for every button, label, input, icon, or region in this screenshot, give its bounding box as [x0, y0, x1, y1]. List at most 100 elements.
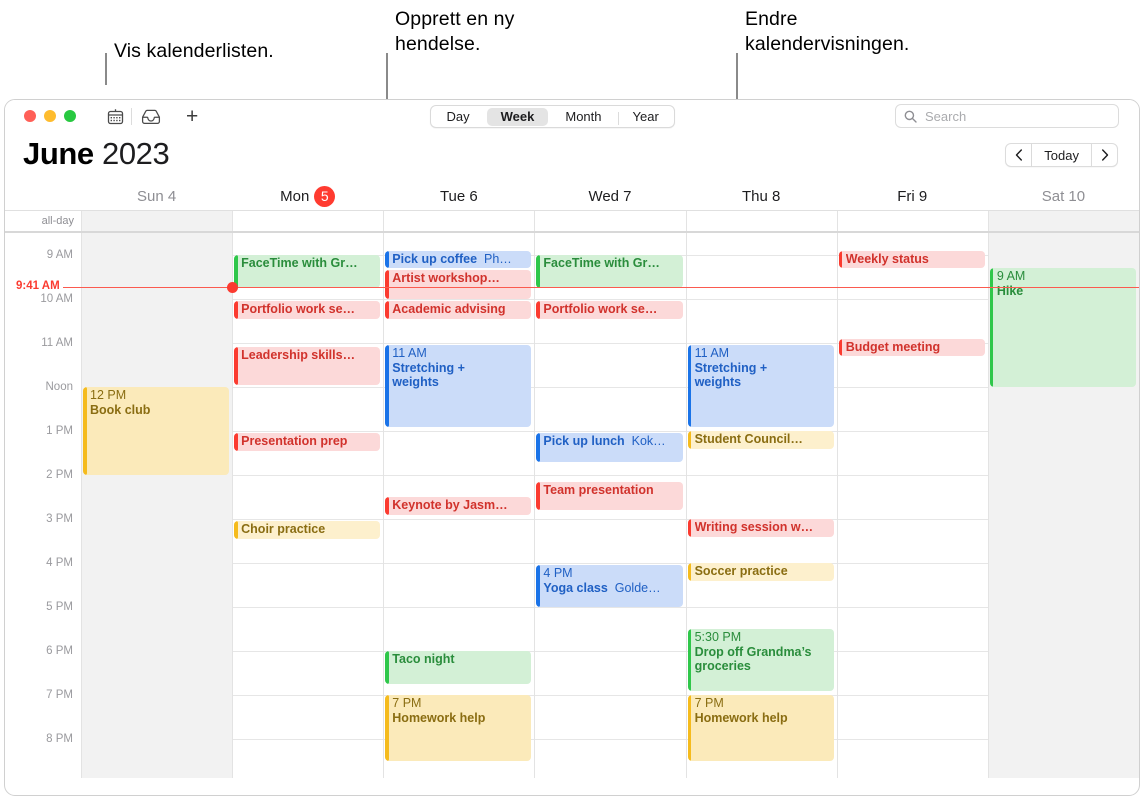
- calendar-event[interactable]: Student Council…: [687, 431, 834, 449]
- day-column-0[interactable]: [81, 233, 233, 778]
- search-input[interactable]: [923, 107, 1097, 125]
- calendar-event[interactable]: Portfolio work se…: [536, 301, 683, 319]
- current-time-dot: [226, 281, 238, 293]
- time-label-2: 11 AM: [41, 337, 73, 349]
- event-title-row: Keynote by Jasm…: [392, 498, 531, 513]
- event-title: Pick up lunch: [543, 434, 625, 449]
- calendar-event[interactable]: 12 PM Book club: [83, 387, 230, 475]
- day-header-4[interactable]: Thu 8: [686, 182, 837, 210]
- time-label-5: 2 PM: [46, 469, 73, 481]
- event-title: FaceTime with Gr…: [241, 256, 358, 270]
- time-label-3: Noon: [45, 381, 74, 393]
- calendar-event[interactable]: 7 PM Homework help: [385, 695, 532, 761]
- calendar-event[interactable]: Budget meeting: [838, 338, 985, 357]
- day-header-3[interactable]: Wed 7: [534, 182, 685, 210]
- previous-week-button[interactable]: [1005, 143, 1033, 167]
- all-day-cell-1[interactable]: [232, 211, 383, 231]
- tab-year[interactable]: Year: [617, 108, 673, 126]
- view-segmented-control[interactable]: Day Week Month Year: [430, 105, 676, 128]
- calendar-event[interactable]: Soccer practice: [687, 563, 834, 581]
- chevron-right-icon: [1101, 149, 1108, 161]
- event-title: Homework help: [392, 710, 486, 725]
- all-day-label: all-day: [41, 215, 74, 227]
- day-header-5[interactable]: Fri 9: [837, 182, 988, 210]
- day-header-label: Thu 8: [741, 187, 781, 205]
- all-day-cell-6[interactable]: [987, 211, 1139, 231]
- calendar-event[interactable]: 11 AM Stretching + weights: [687, 345, 834, 427]
- calendar-event[interactable]: FaceTime with Gr…: [234, 255, 381, 288]
- next-week-button[interactable]: [1091, 143, 1118, 167]
- time-label-4: 1 PM: [46, 425, 73, 437]
- day-column-5[interactable]: [836, 233, 988, 778]
- inbox-icon[interactable]: [140, 107, 162, 127]
- calendar-event[interactable]: Writing session w…: [687, 519, 834, 537]
- day-header-1[interactable]: Mon 5: [232, 182, 383, 210]
- calendar-event[interactable]: 5:30 PM Drop off Grandma’s groceries: [687, 629, 834, 691]
- day-header-label: Sun 4: [136, 187, 177, 205]
- calendar-event[interactable]: Portfolio work se…: [234, 301, 381, 319]
- calendar-event[interactable]: Taco night: [385, 651, 532, 684]
- event-time: 7 PM: [694, 696, 724, 710]
- event-color-bar: [385, 345, 389, 427]
- minimize-button[interactable]: [44, 110, 56, 122]
- event-title-row: Budget meeting: [846, 340, 985, 355]
- all-day-cell-2[interactable]: [383, 211, 534, 231]
- day-header-label: Fri 9: [897, 187, 928, 205]
- calendar-event[interactable]: 4 PM Yoga class Golde…: [536, 565, 683, 607]
- event-title: Academic advising: [392, 302, 506, 317]
- calendar-event[interactable]: Presentation prep: [234, 433, 381, 451]
- calendar-header: June 2023 Today: [5, 133, 1139, 182]
- event-title: Student Council…: [694, 432, 803, 446]
- tab-day[interactable]: Day: [433, 108, 484, 126]
- all-day-row: all-day: [5, 210, 1139, 233]
- calendar-event[interactable]: FaceTime with Gr…: [536, 255, 683, 288]
- event-title: Writing session w…: [694, 520, 814, 534]
- time-label-8: 5 PM: [46, 601, 73, 613]
- all-day-cell-0[interactable]: [81, 211, 233, 231]
- callout-leader-0-vertical: [105, 53, 107, 85]
- calendar-screenshot: Vis kalenderlisten. Opprett en ny hendel…: [0, 0, 1144, 798]
- close-button[interactable]: [24, 110, 36, 122]
- calendar-event[interactable]: Pick up coffee Ph…: [385, 250, 532, 269]
- calendar-event[interactable]: Academic advising: [385, 301, 532, 319]
- calendar-event[interactable]: Choir practice: [234, 521, 381, 539]
- tab-month[interactable]: Month: [551, 108, 615, 126]
- zoom-button[interactable]: [64, 110, 76, 122]
- calendar-event[interactable]: Artist workshop…: [385, 270, 532, 299]
- day-header-0[interactable]: Sun 4: [81, 182, 232, 210]
- time-label-10: 7 PM: [46, 689, 73, 701]
- event-title-row: Taco night: [392, 652, 531, 667]
- calendar-event[interactable]: Team presentation: [536, 481, 683, 511]
- calendar-event[interactable]: Pick up lunch Kok…: [536, 433, 683, 462]
- event-title-row: Portfolio work se…: [543, 302, 682, 317]
- calendar-event[interactable]: Leadership skills…: [234, 347, 381, 385]
- calendar-icon[interactable]: [104, 107, 126, 127]
- event-color-bar: [234, 521, 238, 539]
- time-label-7: 4 PM: [46, 557, 73, 569]
- event-title-row: Pick up lunch Kok…: [543, 434, 682, 449]
- event-title-row: Homework help: [695, 711, 834, 726]
- new-event-button[interactable]: +: [186, 106, 198, 127]
- calendar-event[interactable]: Weekly status: [838, 250, 985, 269]
- day-header-6[interactable]: Sat 10: [988, 182, 1139, 210]
- window-toolbar: + Day Week Month Year: [5, 100, 1139, 133]
- calendar-event[interactable]: Keynote by Jasm…: [385, 497, 532, 515]
- event-color-bar: [838, 250, 843, 269]
- all-day-cell-3[interactable]: [534, 211, 685, 231]
- search-field[interactable]: [895, 104, 1119, 128]
- window-controls: [24, 110, 76, 122]
- all-day-cell-5[interactable]: [836, 211, 988, 231]
- tab-week[interactable]: Week: [486, 107, 549, 126]
- event-title-row: Choir practice: [241, 522, 380, 537]
- callout-text-0: Vis kalenderlisten.: [114, 40, 274, 62]
- event-title: Presentation prep: [241, 434, 348, 449]
- event-title: Leadership skills…: [241, 348, 356, 363]
- calendar-event[interactable]: 7 PM Homework help: [687, 695, 834, 761]
- today-button[interactable]: Today: [1032, 143, 1091, 167]
- all-day-cell-4[interactable]: [685, 211, 837, 231]
- event-title-row: Book club: [90, 403, 229, 418]
- day-header-2[interactable]: Tue 6: [383, 182, 534, 210]
- event-color-bar: [687, 629, 692, 691]
- calendar-event[interactable]: 11 AM Stretching + weights: [385, 345, 532, 427]
- title-year: 2023: [101, 136, 170, 171]
